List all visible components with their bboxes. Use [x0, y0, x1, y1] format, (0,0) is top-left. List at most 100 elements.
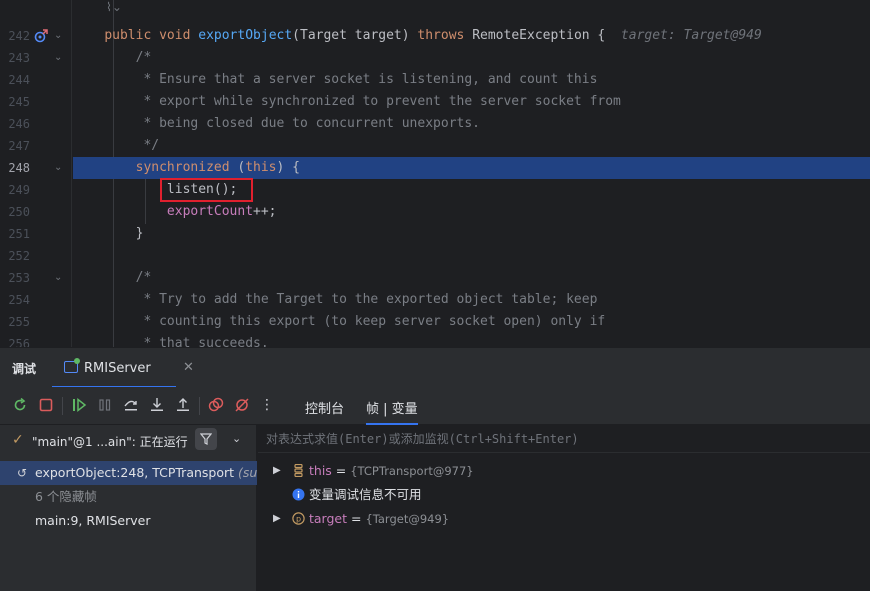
line-number: 245: [8, 95, 30, 109]
run-tab-label: RMIServer: [84, 361, 151, 376]
variable-value: {TCPTransport@977}: [350, 464, 474, 478]
line-number: 249: [8, 183, 30, 197]
running-indicator-icon: [74, 358, 80, 364]
variable-row-this[interactable]: ▶ this = {TCPTransport@977}: [258, 459, 870, 483]
filter-icon[interactable]: [195, 428, 217, 450]
code-line-254: * Try to add the Target to the exported …: [73, 289, 870, 311]
equals-sign: =: [347, 511, 366, 526]
step-over-icon[interactable]: [122, 396, 140, 414]
expand-arrow-icon[interactable]: ▶: [273, 459, 281, 483]
code-line-245: * export while synchronized to prevent t…: [73, 91, 870, 113]
variable-name: target: [309, 511, 348, 526]
frame-package: (sun.rmi.transport.tcp): [238, 465, 257, 480]
toolbar-separator: [199, 397, 200, 415]
gutter-line-244: 244: [0, 69, 72, 91]
gutter-line-245: 245: [0, 91, 72, 113]
variable-row-target[interactable]: ▶ p target = {Target@949}: [258, 507, 870, 531]
keyword: public: [104, 28, 152, 43]
svg-text:p: p: [296, 514, 301, 523]
comment: /*: [135, 270, 152, 285]
tab-frames-variables[interactable]: 帧 | 变量: [366, 398, 418, 425]
comment: * Try to add the Target to the exported …: [135, 292, 598, 307]
stop-icon[interactable]: [37, 396, 55, 414]
comment: /*: [135, 50, 152, 65]
field-name: exportCount: [166, 204, 254, 219]
mute-breakpoints-icon[interactable]: [233, 396, 251, 414]
code-area[interactable]: ⌇⌄ public void exportObject(Target targe…: [73, 0, 870, 347]
current-frame-icon: ↺: [17, 466, 28, 480]
fold-chevron-icon[interactable]: ⌄: [54, 25, 62, 47]
code-line-256: * that succeeds.: [73, 333, 870, 347]
fold-chevron-icon[interactable]: ⌄: [54, 47, 62, 69]
field-icon: [294, 464, 303, 477]
code-line-246: * being closed due to concurrent unexpor…: [73, 113, 870, 135]
highlight-box: [160, 178, 253, 202]
gutter-line-255: 255: [0, 311, 72, 333]
fold-chevron-icon[interactable]: ⌄: [54, 267, 62, 289]
close-icon[interactable]: ✕: [183, 360, 194, 375]
code-line-242: public void exportObject(Target target) …: [73, 25, 870, 47]
line-number: 244: [8, 73, 30, 87]
tab-console[interactable]: 控制台: [305, 398, 344, 417]
method-params: (Target target): [292, 28, 410, 43]
fold-chevron-icon[interactable]: ⌄: [54, 157, 62, 179]
code-line-251: }: [73, 223, 870, 245]
code-text: RemoteException {: [472, 28, 606, 43]
comment: * counting this export (to keep server s…: [135, 314, 606, 329]
run-config-tab[interactable]: RMIServer ✕: [52, 348, 194, 388]
evaluate-expression-bar: [258, 425, 870, 453]
code-editor[interactable]: 242 ⌄ 243 ⌄ 244 245 246 247 248 ⌄ 249 25…: [0, 0, 870, 347]
stack-frame[interactable]: main:9, RMIServer: [0, 509, 257, 533]
comment: * that succeeds.: [135, 336, 269, 347]
line-number: 254: [8, 293, 30, 307]
gutter-line-247: 247: [0, 135, 72, 157]
comment: * being closed due to concurrent unexpor…: [135, 116, 480, 131]
code-line-annotation-fold: ⌇⌄: [106, 0, 870, 18]
gutter-line-242: 242 ⌄: [0, 25, 72, 47]
step-into-icon[interactable]: [148, 396, 166, 414]
variable-name: this: [309, 463, 332, 478]
editor-gutter: 242 ⌄ 243 ⌄ 244 245 246 247 248 ⌄ 249 25…: [0, 0, 72, 347]
gutter-line-246: 246: [0, 113, 72, 135]
thread-selector[interactable]: ✓ "main"@1 ...ain": 正在运行 ⌄: [0, 425, 257, 457]
method-name: exportObject: [198, 28, 293, 43]
keyword: this: [245, 160, 277, 175]
more-options-icon[interactable]: ⋮: [258, 396, 276, 414]
code-line-248-execution-point: synchronized (this) {: [73, 157, 870, 179]
thread-label: "main"@1 ...ain": 正在运行: [32, 435, 188, 449]
rerun-icon[interactable]: [11, 396, 29, 414]
expand-arrow-icon[interactable]: ▶: [273, 507, 281, 531]
comment: */: [135, 138, 160, 153]
folded-annotation-icon[interactable]: ⌇⌄: [106, 0, 122, 14]
hidden-frames-row[interactable]: 6 个隐藏帧: [0, 485, 257, 509]
code-text: ) {: [276, 160, 300, 175]
resume-icon[interactable]: [70, 396, 88, 414]
variables-pane: ▶ this = {TCPTransport@977} 变量调试信息不可用 ▶ …: [258, 425, 870, 591]
line-number: 242: [8, 29, 30, 43]
code-line-255: * counting this export (to keep server s…: [73, 311, 870, 333]
debug-toolbar: ⋮ 控制台 帧 | 变量: [0, 387, 870, 425]
step-out-icon[interactable]: [174, 396, 192, 414]
evaluate-expression-input[interactable]: [266, 429, 856, 449]
variable-row-info: 变量调试信息不可用: [258, 483, 870, 507]
variable-value: {Target@949}: [365, 512, 450, 526]
code-line-247: */: [73, 135, 870, 157]
implementation-gutter-icon[interactable]: [34, 29, 48, 43]
hidden-frames-label: 6 个隐藏帧: [35, 489, 97, 504]
frames-pane: ✓ "main"@1 ...ain": 正在运行 ⌄ ↺ exportObjec…: [0, 425, 257, 591]
code-text: }: [135, 226, 144, 241]
gutter-line-251: 251: [0, 223, 72, 245]
pause-icon[interactable]: [96, 396, 114, 414]
gutter-line: [0, 0, 72, 18]
code-line-250: exportCount++;: [73, 201, 870, 223]
keyword: synchronized: [135, 160, 230, 175]
toolbar-separator: [62, 397, 63, 415]
view-breakpoints-icon[interactable]: [207, 396, 225, 414]
stack-frame[interactable]: ↺ exportObject:248, TCPTransport (sun.rm…: [0, 461, 257, 485]
line-number: 248: [8, 161, 30, 175]
chevron-down-icon[interactable]: ⌄: [232, 432, 241, 445]
frame-method: main:9, RMIServer: [35, 513, 151, 528]
frame-method: exportObject:248, TCPTransport: [35, 465, 239, 480]
comment: * export while synchronized to prevent t…: [135, 94, 621, 109]
equals-sign: =: [331, 463, 351, 478]
